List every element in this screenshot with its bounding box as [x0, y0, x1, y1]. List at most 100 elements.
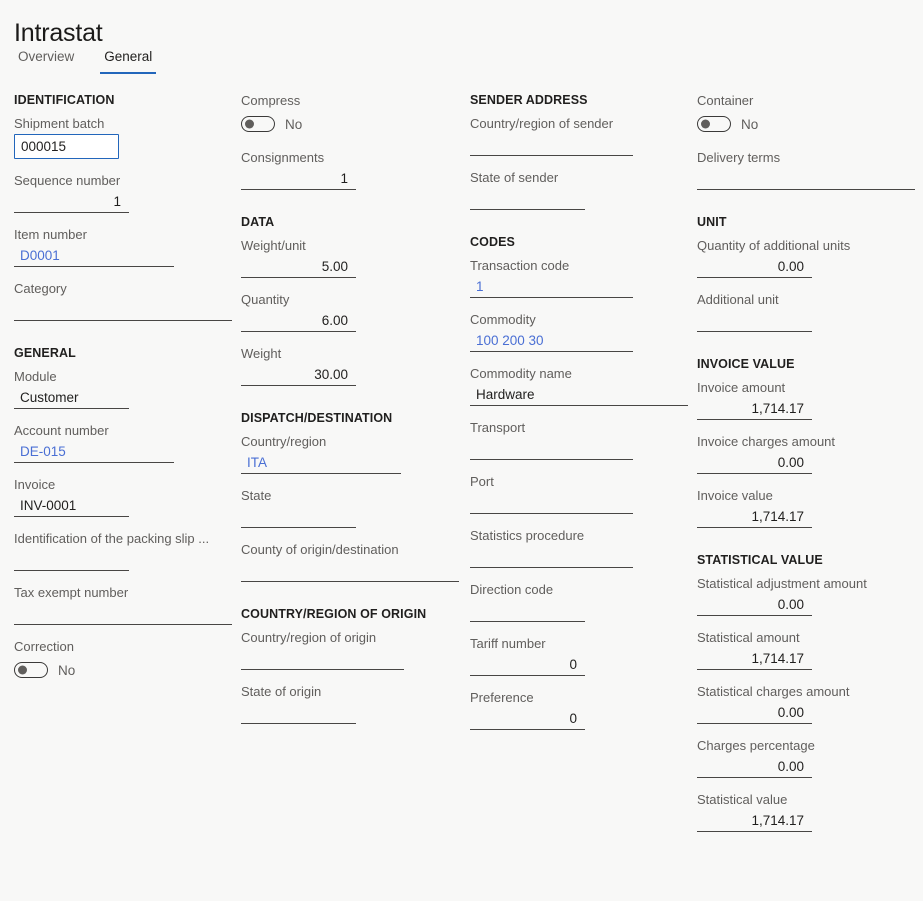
value-transaction-code[interactable]: 1 [470, 276, 633, 298]
value-quantity[interactable]: 6.00 [241, 310, 356, 332]
value-consignments[interactable]: 1 [241, 168, 356, 190]
value-county-of-origin-destination[interactable] [241, 560, 459, 582]
group-header-general: GENERAL [14, 345, 232, 361]
toggle-knob-icon [701, 120, 710, 129]
field-label: Account number [14, 422, 232, 440]
field-label: State of origin [241, 683, 459, 701]
value-tax-exempt-number[interactable] [14, 603, 232, 625]
field-label: Compress [241, 92, 459, 110]
form-column-data: CompressNoConsignments1DATAWeight/unit5.… [241, 92, 459, 737]
toggle-state-label: No [285, 117, 302, 132]
field-label: Correction [14, 638, 232, 656]
tabstrip: Overview General [14, 48, 156, 74]
field-country-region-of-sender: Country/region of sender [470, 115, 688, 156]
value-statistical-value[interactable]: 1,714.17 [697, 810, 812, 832]
toggle-compress[interactable]: No [241, 112, 459, 136]
field-label: Item number [14, 226, 232, 244]
toggle-switch[interactable] [14, 662, 48, 678]
value-invoice-amount[interactable]: 1,714.17 [697, 398, 812, 420]
field-label: Invoice charges amount [697, 433, 915, 451]
value-additional-unit[interactable] [697, 310, 812, 332]
field-state-of-origin: State of origin [241, 683, 459, 724]
value-country-region[interactable]: ITA [241, 452, 401, 474]
value-category[interactable] [14, 299, 232, 321]
value-port[interactable] [470, 492, 633, 514]
input-shipment-batch[interactable] [14, 134, 119, 159]
value-delivery-terms[interactable] [697, 168, 915, 190]
field-delivery-terms: Delivery terms [697, 149, 915, 190]
value-state-of-sender[interactable] [470, 188, 585, 210]
field-country-region: Country/regionITA [241, 433, 459, 474]
value-invoice[interactable]: INV-0001 [14, 495, 129, 517]
field-statistical-value: Statistical value1,714.17 [697, 791, 915, 832]
group-header-sender-address: SENDER ADDRESS [470, 92, 688, 108]
field-direction-code: Direction code [470, 581, 688, 622]
value-charges-percentage[interactable]: 0.00 [697, 756, 812, 778]
field-label: Transaction code [470, 257, 688, 275]
field-tax-exempt-number: Tax exempt number [14, 584, 232, 625]
value-statistics-procedure[interactable] [470, 546, 633, 568]
value-state[interactable] [241, 506, 356, 528]
field-correction: Correction No [14, 638, 232, 682]
field-label: Charges percentage [697, 737, 915, 755]
value-invoice-charges-amount[interactable]: 0.00 [697, 452, 812, 474]
field-label: Shipment batch [14, 115, 232, 133]
field-item-number: Item numberD0001 [14, 226, 232, 267]
page-title: Intrastat [14, 19, 103, 48]
value-quantity-of-additional-units[interactable]: 0.00 [697, 256, 812, 278]
field-charges-percentage: Charges percentage0.00 [697, 737, 915, 778]
field-label: Tariff number [470, 635, 688, 653]
group-header-unit: UNIT [697, 214, 915, 230]
value-identification-of-the-packing-slip[interactable] [14, 549, 129, 571]
value-state-of-origin[interactable] [241, 702, 356, 724]
value-commodity[interactable]: 100 200 30 [470, 330, 633, 352]
value-country-region-of-sender[interactable] [470, 134, 633, 156]
field-label: Container [697, 92, 915, 110]
field-port: Port [470, 473, 688, 514]
group-header-codes: CODES [470, 234, 688, 250]
value-country-region-of-origin[interactable] [241, 648, 404, 670]
field-weight: Weight30.00 [241, 345, 459, 386]
toggle-container[interactable]: No [697, 112, 915, 136]
field-sequence-number: Sequence number1 [14, 172, 232, 213]
field-label: Statistical adjustment amount [697, 575, 915, 593]
group-header-identification: IDENTIFICATION [14, 92, 232, 108]
field-quantity: Quantity6.00 [241, 291, 459, 332]
field-label: Country/region of origin [241, 629, 459, 647]
toggle-state-label: No [741, 117, 758, 132]
field-invoice: InvoiceINV-0001 [14, 476, 232, 517]
field-label: Country/region of sender [470, 115, 688, 133]
value-module[interactable]: Customer [14, 387, 129, 409]
tab-general[interactable]: General [100, 48, 156, 74]
value-invoice-value[interactable]: 1,714.17 [697, 506, 812, 528]
form-column-codes: SENDER ADDRESSCountry/region of senderSt… [470, 92, 688, 743]
value-preference[interactable]: 0 [470, 708, 585, 730]
value-weight[interactable]: 30.00 [241, 364, 356, 386]
field-label: Country/region [241, 433, 459, 451]
field-label: Invoice [14, 476, 232, 494]
value-statistical-charges-amount[interactable]: 0.00 [697, 702, 812, 724]
field-category: Category [14, 280, 232, 321]
value-sequence-number[interactable]: 1 [14, 191, 129, 213]
value-statistical-amount[interactable]: 1,714.17 [697, 648, 812, 670]
value-statistical-adjustment-amount[interactable]: 0.00 [697, 594, 812, 616]
toggle-switch[interactable] [697, 116, 731, 132]
field-label: County of origin/destination [241, 541, 459, 559]
tab-overview[interactable]: Overview [14, 48, 78, 74]
field-label: Module [14, 368, 232, 386]
value-transport[interactable] [470, 438, 633, 460]
field-label: Additional unit [697, 291, 915, 309]
value-account-number[interactable]: DE-015 [14, 441, 174, 463]
field-label: Port [470, 473, 688, 491]
value-direction-code[interactable] [470, 600, 585, 622]
toggle-correction[interactable]: No [14, 658, 232, 682]
field-county-of-origin-destination: County of origin/destination [241, 541, 459, 582]
toggle-switch[interactable] [241, 116, 275, 132]
value-item-number[interactable]: D0001 [14, 245, 174, 267]
value-commodity-name[interactable]: Hardware [470, 384, 688, 406]
group-header-statistical-value: STATISTICAL VALUE [697, 552, 915, 568]
value-tariff-number[interactable]: 0 [470, 654, 585, 676]
field-statistical-charges-amount: Statistical charges amount0.00 [697, 683, 915, 724]
value-weight-unit[interactable]: 5.00 [241, 256, 356, 278]
field-country-region-of-origin: Country/region of origin [241, 629, 459, 670]
